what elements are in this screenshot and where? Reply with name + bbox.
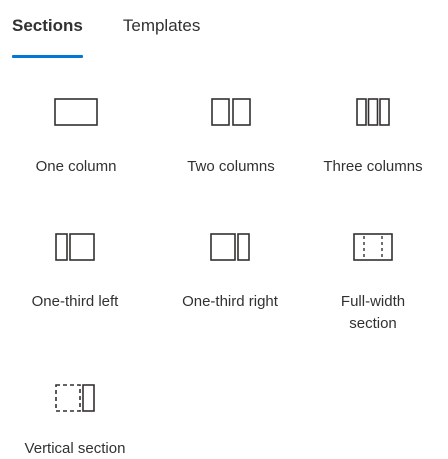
section-option-label: Vertical section <box>24 440 126 457</box>
two-columns-icon <box>211 94 251 130</box>
section-option-two-columns[interactable]: Two columns <box>156 94 306 178</box>
tab-bar: Sections Templates <box>12 8 240 64</box>
one-third-left-icon <box>55 229 95 265</box>
section-option-label: One-third right <box>182 293 278 310</box>
tab-templates[interactable]: Templates <box>123 8 200 64</box>
three-columns-icon <box>356 94 390 130</box>
section-option-three-columns[interactable]: Three columns <box>298 94 448 178</box>
section-option-label: Full-width section <box>340 293 406 332</box>
one-column-icon <box>54 94 98 130</box>
tab-sections[interactable]: Sections <box>12 8 83 64</box>
section-option-label: One column <box>35 158 117 175</box>
section-option-one-third-left[interactable]: One-third left <box>0 229 150 313</box>
one-third-right-icon <box>210 229 250 265</box>
section-option-label: One-third left <box>31 293 119 310</box>
section-option-one-third-right[interactable]: One-third right <box>155 229 305 313</box>
section-option-one-column[interactable]: One column <box>1 94 151 178</box>
section-picker-panel: Sections Templates One column Two column… <box>0 0 448 459</box>
section-option-vertical[interactable]: Vertical section <box>0 380 150 459</box>
section-option-full-width[interactable]: Full-width section <box>298 229 448 335</box>
section-option-label: Two columns <box>187 158 275 175</box>
section-option-label: Three columns <box>323 158 423 175</box>
vertical-section-icon <box>55 380 95 416</box>
full-width-section-icon <box>353 229 393 265</box>
